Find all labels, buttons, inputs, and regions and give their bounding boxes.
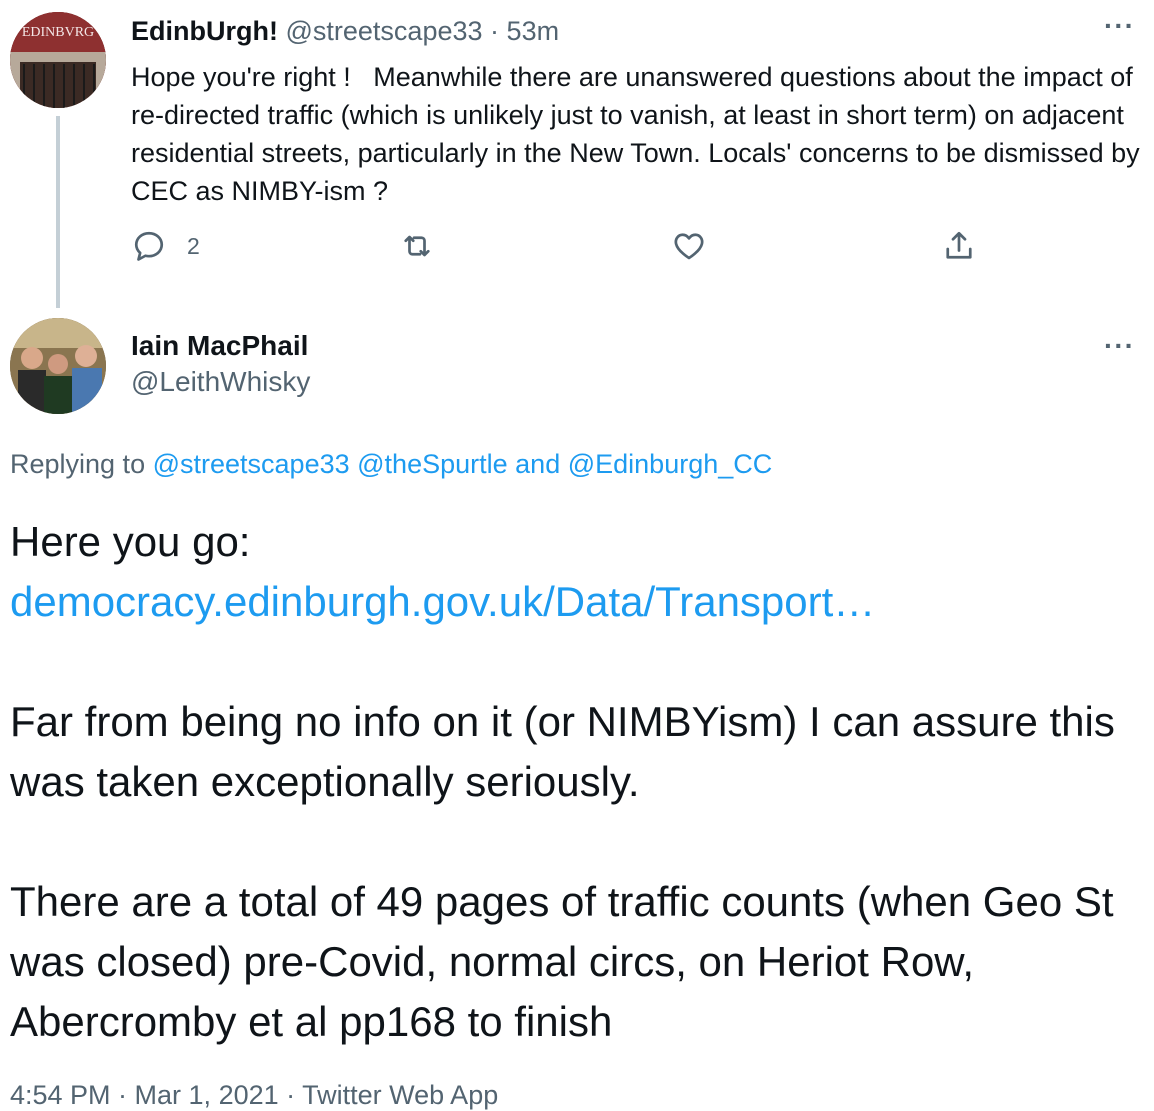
and-label: and [515,449,561,479]
mention-link[interactable]: @Edinburgh_CC [568,449,773,479]
mention-link[interactable]: @theSpurtle [357,449,508,479]
tweet-body: Here you go: democracy.edinburgh.gov.uk/… [10,512,1150,1052]
thread-line [56,116,60,308]
share-icon [946,231,972,259]
tweet-paragraph: There are a total of 49 pages of traffic… [10,878,1114,1045]
tweet-link[interactable]: democracy.edinburgh.gov.uk/Data/Transpor… [10,572,1150,632]
avatar-image [10,318,106,414]
avatar[interactable]: EDINBVRG [10,12,106,108]
display-name[interactable]: EdinbUrgh! [131,16,278,46]
share-button[interactable] [941,228,977,264]
tweet-paragraph: Far from being no info on it (or NIMBYis… [10,698,1115,805]
more-icon[interactable]: ··· [1104,10,1135,42]
mention-link[interactable]: @streetscape33 [153,449,350,479]
retweet-button[interactable] [399,228,435,264]
separator: · [490,16,500,46]
retweet-icon [404,235,430,257]
tweet-line: Here you go: [10,518,251,565]
like-icon [674,233,704,260]
parent-tweet-text: Hope you're right ! Meanwhile there are … [131,62,1148,206]
reply-icon [134,231,164,261]
tweet-metadata[interactable]: 4:54 PM · Mar 1, 2021 · Twitter Web App [10,1080,498,1111]
more-icon[interactable]: ··· [1104,330,1135,362]
reply-button[interactable]: 2 [131,228,200,264]
author-handle[interactable]: @LeithWhisky [131,366,310,398]
tweet-actions: 2 [131,228,991,272]
replying-label: Replying to [10,449,146,479]
reply-count: 2 [187,232,200,259]
replying-to: Replying to @streetscape33 @theSpurtle a… [10,449,772,480]
avatar[interactable] [10,318,106,414]
svg-text:EDINBVRG: EDINBVRG [22,25,94,40]
author-name[interactable]: Iain MacPhail [131,330,308,362]
parent-author[interactable]: EdinbUrgh! @streetscape33 · 53m [131,16,559,47]
like-button[interactable] [671,228,707,264]
avatar-image: EDINBVRG [10,12,106,108]
handle[interactable]: @streetscape33 [286,16,483,46]
timestamp[interactable]: 53m [507,16,560,46]
